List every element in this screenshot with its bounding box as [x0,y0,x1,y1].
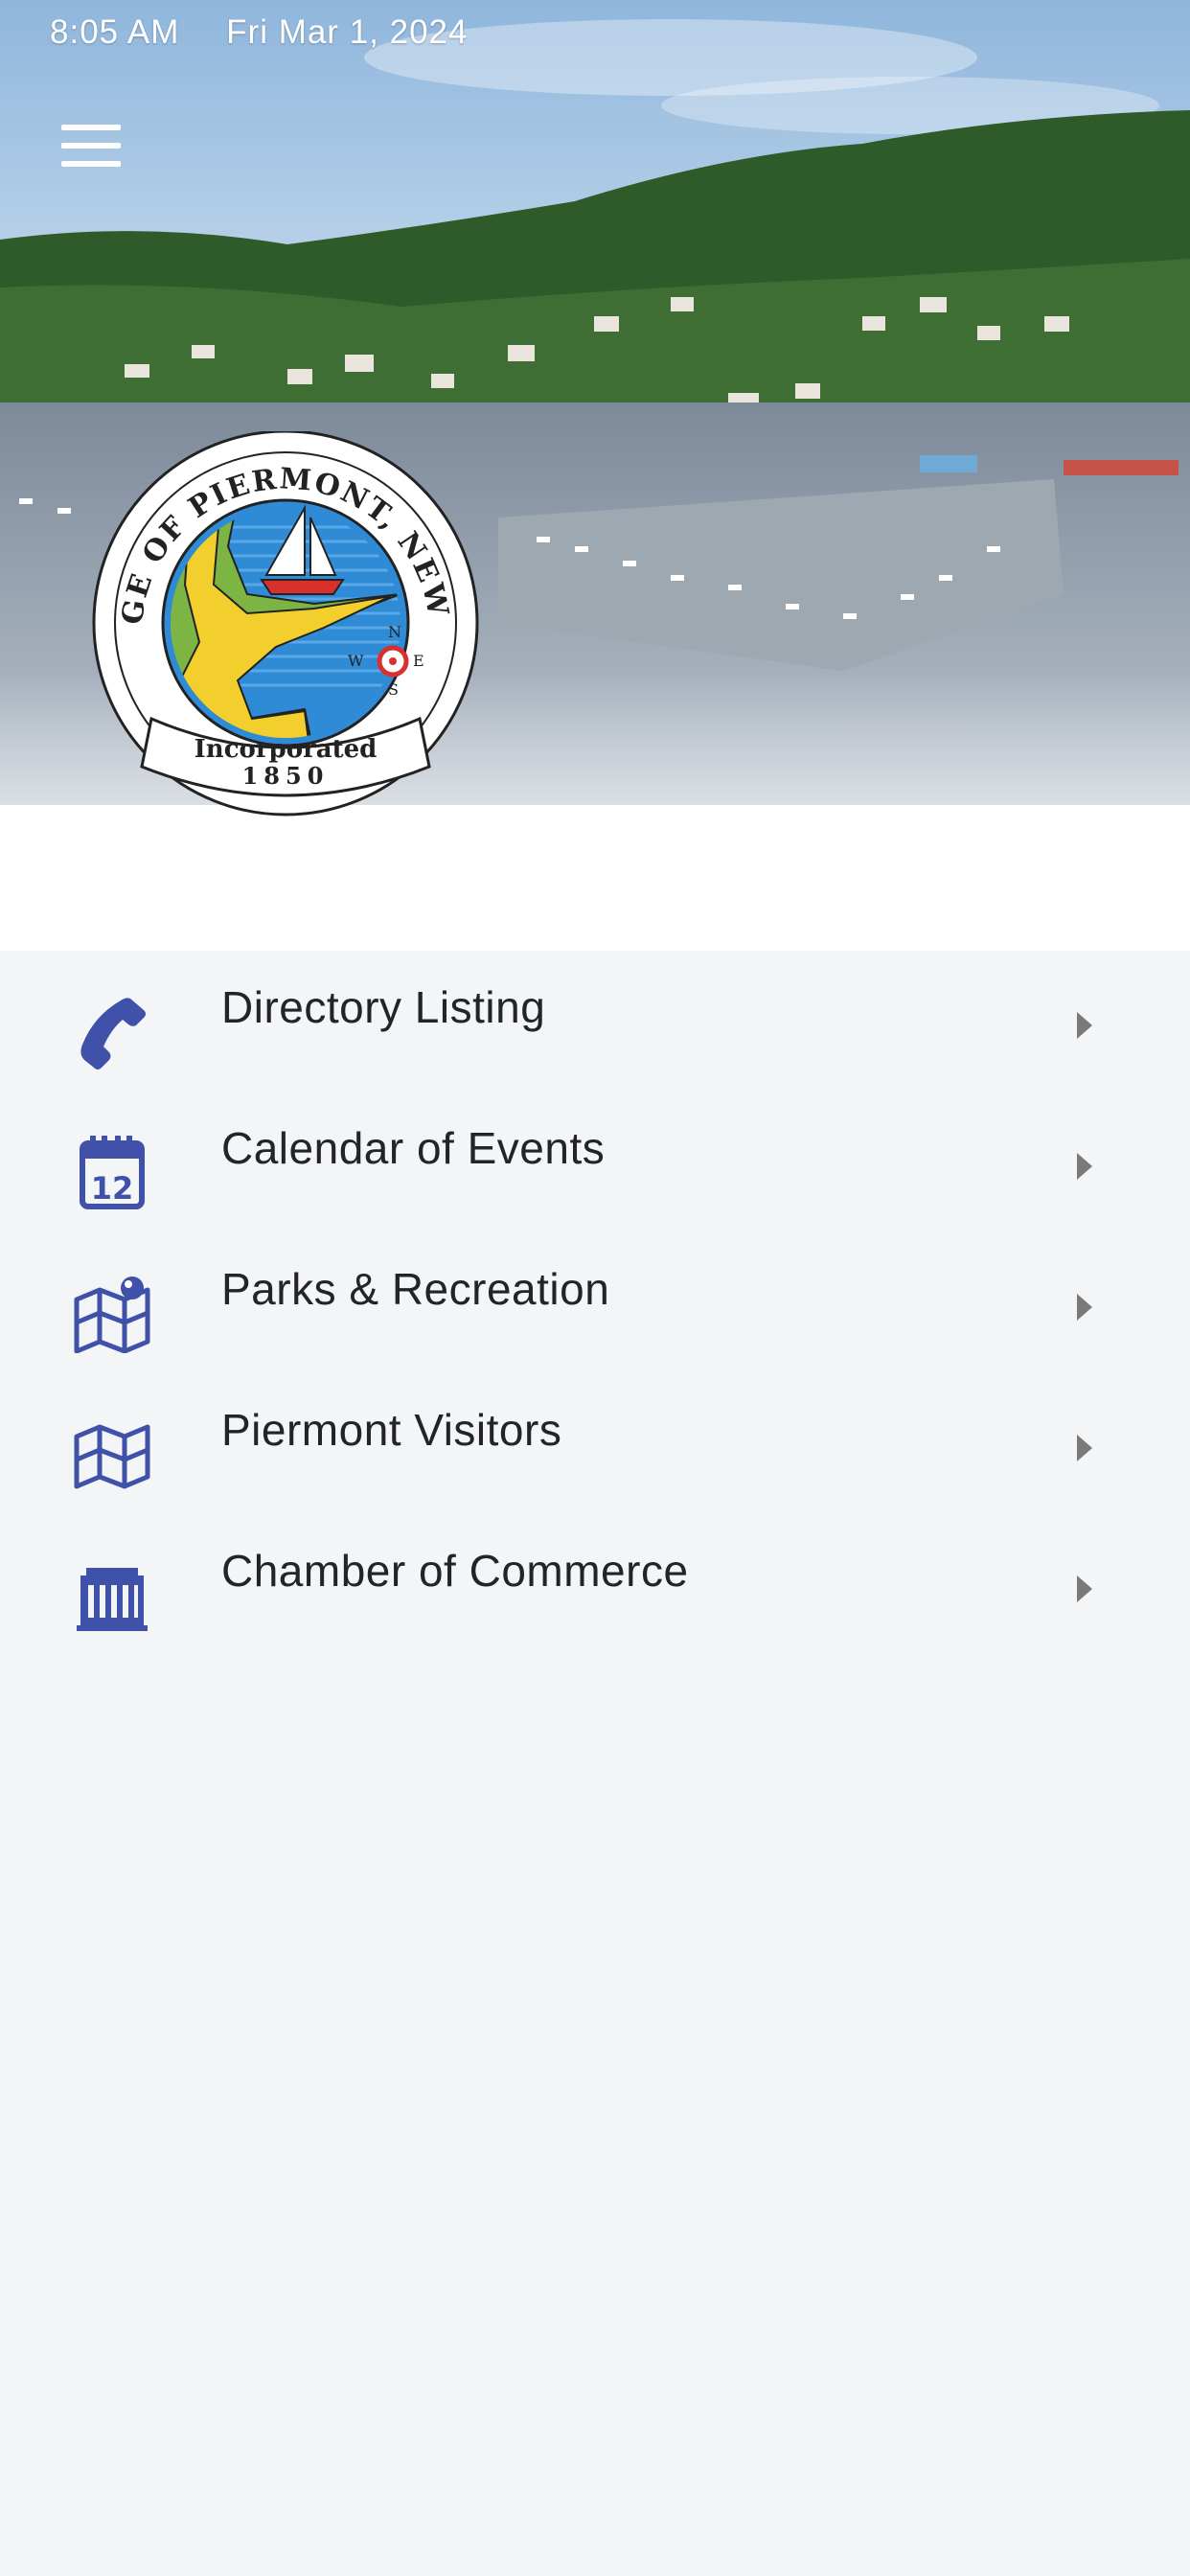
compass-w: W [348,652,364,670]
status-time: 8:05 AM [50,13,180,51]
menu-item-label: Piermont Visitors [221,1405,562,1455]
svg-text:12: 12 [91,1170,134,1207]
menu-item-parks-recreation[interactable]: Parks & Recreation [0,1240,1190,1381]
menu-item-piermont-visitors[interactable]: Piermont Visitors [0,1381,1190,1522]
menu-item-chamber-of-commerce[interactable]: Chamber of Commerce [0,1522,1190,1663]
menu-item-label: Calendar of Events [221,1123,606,1173]
calendar-icon: 12 [80,1136,145,1209]
map-pin-icon [74,1276,150,1353]
chevron-right-icon [1077,1153,1092,1180]
menu-item-label: Parks & Recreation [221,1264,610,1314]
menu-item-calendar-of-events[interactable]: 12 Calendar of Events [0,1099,1190,1240]
chevron-right-icon [1077,1012,1092,1039]
menu-item-label: Directory Listing [221,982,546,1032]
seal-ribbon-line1: Incorporated [195,735,378,764]
compass-s: S [388,680,399,699]
chevron-right-icon [1077,1294,1092,1321]
chevron-right-icon [1077,1435,1092,1461]
compass-n: N [388,623,401,641]
chevron-right-icon [1077,1576,1092,1602]
building-icon [77,1568,148,1631]
menu-item-label: Chamber of Commerce [221,1546,689,1596]
map-icon [74,1424,150,1489]
phone-icon [80,998,146,1070]
status-date: Fri Mar 1, 2024 [226,13,469,51]
menu-item-directory-listing[interactable]: Directory Listing [0,958,1190,1099]
status-bar: 8:05 AM Fri Mar 1, 2024 [50,13,504,52]
main-menu-list: Directory Listing 12 Calendar of Events … [0,958,1190,1663]
village-seal-logo: N W E S VILLAGE OF PIERMONT, NEW YORK In… [84,431,479,816]
hamburger-menu-icon[interactable] [56,117,128,174]
seal-ribbon-line2: 1850 [242,762,330,790]
compass-e: E [413,652,424,670]
hero-banner: 8:05 AM Fri Mar 1, 2024 N W E S GE OF PI… [0,0,1190,951]
